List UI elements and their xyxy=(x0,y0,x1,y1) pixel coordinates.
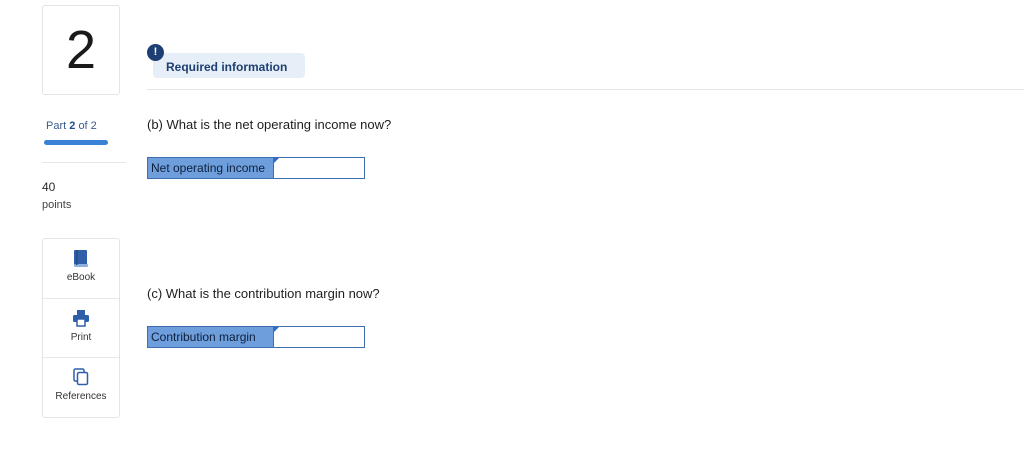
question-b-text: (b) What is the net operating income now… xyxy=(147,117,392,132)
question-number-box: 2 xyxy=(42,5,120,95)
contribution-margin-input[interactable] xyxy=(273,326,365,348)
input-wrap-b xyxy=(273,157,365,179)
answer-row-b: Net operating income xyxy=(147,157,365,179)
divider xyxy=(42,162,126,163)
net-operating-income-input[interactable] xyxy=(273,157,365,179)
part-word: Part xyxy=(46,120,67,132)
part-current: 2 xyxy=(69,120,76,132)
question-page: 2 Part 2 of 2 40 points eBook Print Refe… xyxy=(0,0,1024,452)
documents-icon xyxy=(71,367,91,387)
tools-panel: eBook Print References xyxy=(42,238,120,418)
required-info-label: Required information xyxy=(166,60,288,74)
net-operating-income-label: Net operating income xyxy=(147,157,274,179)
ebook-button[interactable]: eBook xyxy=(43,239,119,297)
header-divider xyxy=(147,89,1024,90)
references-button[interactable]: References xyxy=(43,357,119,416)
part-indicator: Part 2 of 2 xyxy=(46,120,97,132)
printer-icon xyxy=(71,308,91,328)
contribution-margin-label: Contribution margin xyxy=(147,326,274,348)
print-label: Print xyxy=(70,332,92,343)
ebook-label: eBook xyxy=(66,272,96,283)
question-number: 2 xyxy=(65,20,97,80)
print-button[interactable]: Print xyxy=(43,298,119,357)
alert-icon: ! xyxy=(147,44,164,61)
input-wrap-c xyxy=(273,326,365,348)
part-progress-bar xyxy=(44,140,108,145)
references-label: References xyxy=(55,391,107,402)
part-of: of 2 xyxy=(78,120,97,132)
question-c-text: (c) What is the contribution margin now? xyxy=(147,286,380,301)
points-value: 40 xyxy=(42,180,56,194)
book-icon xyxy=(71,248,91,268)
answer-row-c: Contribution margin xyxy=(147,326,365,348)
points-label: points xyxy=(42,199,72,211)
